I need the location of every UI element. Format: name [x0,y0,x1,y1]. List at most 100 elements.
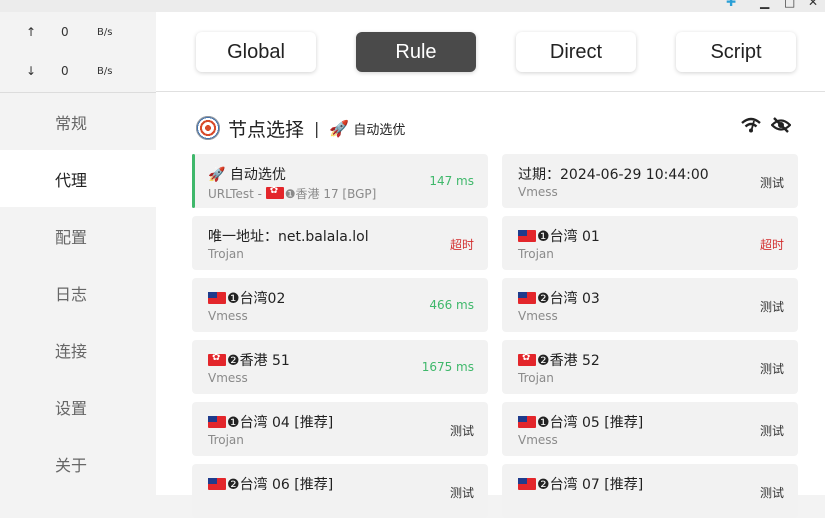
proxy-card[interactable]: ❷香港 51 Vmess 1675 ms [192,340,488,394]
nav-profiles[interactable]: 配置 [0,207,156,264]
proxy-card[interactable]: 过期：2024-06-29 10:44:00 Vmess 测试 [502,154,798,208]
nav-logs[interactable]: 日志 [0,264,156,321]
proxy-card[interactable]: ❶台湾 01 Trojan 超时 [502,216,798,270]
proxy-type: Trojan [208,433,244,447]
download-value: 0 [61,64,69,78]
hk-flag-icon [208,352,226,366]
upload-speed: ↑ 0 B/s [0,14,156,52]
proxy-latency[interactable]: 测试 [760,174,784,191]
circled-number: ❷ [537,353,550,369]
circled-number: ❶ [537,229,550,245]
circled-number: ❶ [284,187,296,201]
tw-flag-icon [518,478,536,490]
upload-value: 0 [61,25,69,39]
proxy-card[interactable]: ❶台湾02 Vmess 466 ms [192,278,488,332]
tw-flag-icon [518,230,536,242]
circled-number: ❷ [537,291,550,307]
hk-flag-icon [518,352,536,366]
circled-number: ❷ [537,477,550,493]
nav-connections[interactable]: 连接 [0,321,156,378]
proxy-type: Trojan [208,247,244,261]
proxy-name: ❷台湾 07 [推荐] [518,474,643,494]
download-unit: B/s [97,66,113,77]
rocket-icon: 🚀 [208,167,226,183]
proxy-latency[interactable]: 1675 ms [422,360,474,374]
nav-about[interactable]: 关于 [0,435,156,492]
proxy-type: Vmess [518,185,558,199]
proxy-name: ❷香港 52 [518,350,600,370]
upload-unit: B/s [97,27,113,38]
proxy-card[interactable]: ❶台湾 04 [推荐] Trojan 测试 [192,402,488,456]
proxy-type: URLTest - ❶香港 17 [BGP] [208,185,376,202]
proxy-type: Vmess [518,433,558,447]
proxy-name: 过期：2024-06-29 10:44:00 [518,167,709,183]
proxy-type: Trojan [518,247,554,261]
proxy-card[interactable]: ❷台湾 07 [推荐] 测试 [502,464,798,518]
nav-general[interactable]: 常规 [0,93,156,150]
wifi-icon[interactable] [741,116,761,138]
tw-flag-icon [518,292,536,304]
proxy-group-header[interactable]: 节点选择 | 🚀 自动选优 [196,116,406,141]
tw-flag-icon [208,416,226,428]
mode-direct-button[interactable]: Direct [516,32,636,72]
main-panel: Global Rule Direct Script 节点选择 | 🚀 自动选优 … [156,12,825,518]
proxy-latency[interactable]: 超时 [450,236,474,253]
proxy-type: Vmess [518,309,558,323]
proxy-card[interactable]: ❷香港 52 Trojan 测试 [502,340,798,394]
rocket-icon: 🚀 [329,118,350,138]
proxy-latency[interactable]: 测试 [760,360,784,377]
download-speed: ↓ 0 B/s [0,53,156,91]
tw-flag-icon [518,416,536,428]
proxy-card[interactable]: ❶台湾 05 [推荐] Vmess 测试 [502,402,798,456]
proxy-card[interactable]: ❷台湾 06 [推荐] 测试 [192,464,488,518]
minimize-icon[interactable]: ▁ [760,0,769,8]
proxy-latency[interactable]: 测试 [760,484,784,501]
mode-rule-button[interactable]: Rule [356,32,476,72]
proxy-name: ❷香港 51 [208,350,290,370]
nav-proxy[interactable]: 代理 [0,150,156,207]
group-separator: | [314,118,320,138]
mode-script-button[interactable]: Script [676,32,796,72]
tw-flag-icon [208,292,226,304]
download-arrow-icon: ↓ [26,64,37,78]
group-current-proxy: 自动选优 [353,122,406,138]
hk-flag-icon [265,185,284,199]
title-bar: ✚ ▁ □ ✕ [0,0,825,12]
proxy-name: ❷台湾 03 [518,288,600,308]
pin-icon[interactable]: ✚ [726,0,736,8]
close-icon[interactable]: ✕ [808,0,818,8]
proxy-card[interactable]: ❷台湾 03 Vmess 测试 [502,278,798,332]
group-actions [741,116,792,138]
proxy-latency[interactable]: 147 ms [429,174,474,188]
proxy-name: ❶台湾 05 [推荐] [518,412,643,432]
proxy-latency[interactable]: 超时 [760,236,784,253]
circled-number: ❶ [227,415,240,431]
proxy-latency[interactable]: 测试 [760,298,784,315]
proxy-card-auto[interactable]: 🚀 自动选优 URLTest - ❶香港 17 [BGP] 147 ms [192,154,488,208]
proxy-name: ❶台湾 04 [推荐] [208,412,333,432]
nav-settings[interactable]: 设置 [0,378,156,435]
proxy-type: Vmess [208,309,248,323]
proxy-name: 唯一地址：net.balala.lol [208,229,369,245]
circled-number: ❷ [227,477,240,493]
circled-number: ❶ [227,291,240,307]
proxy-name: 🚀 自动选优 [208,167,286,183]
proxy-latency[interactable]: 测试 [760,422,784,439]
group-title: 节点选择 [228,118,305,141]
proxy-name: ❷台湾 06 [推荐] [208,474,333,494]
proxy-latency[interactable]: 测试 [450,484,474,501]
mode-global-button[interactable]: Global [196,32,316,72]
eye-off-icon[interactable] [770,116,792,138]
sidebar: ↑ 0 B/s ↓ 0 B/s 常规 代理 配置 日志 连接 设置 关于 [0,12,156,495]
maximize-icon[interactable]: □ [784,0,795,8]
proxy-type: Trojan [518,371,554,385]
proxy-latency[interactable]: 测试 [450,422,474,439]
proxy-name: ❶台湾 01 [518,226,600,246]
circled-number: ❶ [537,415,550,431]
proxy-latency[interactable]: 466 ms [429,298,474,312]
circled-number: ❷ [227,353,240,369]
proxy-card[interactable]: 唯一地址：net.balala.lol Trojan 超时 [192,216,488,270]
proxy-type: Vmess [208,371,248,385]
upload-arrow-icon: ↑ [26,25,37,39]
proxy-name: ❶台湾02 [208,288,285,308]
